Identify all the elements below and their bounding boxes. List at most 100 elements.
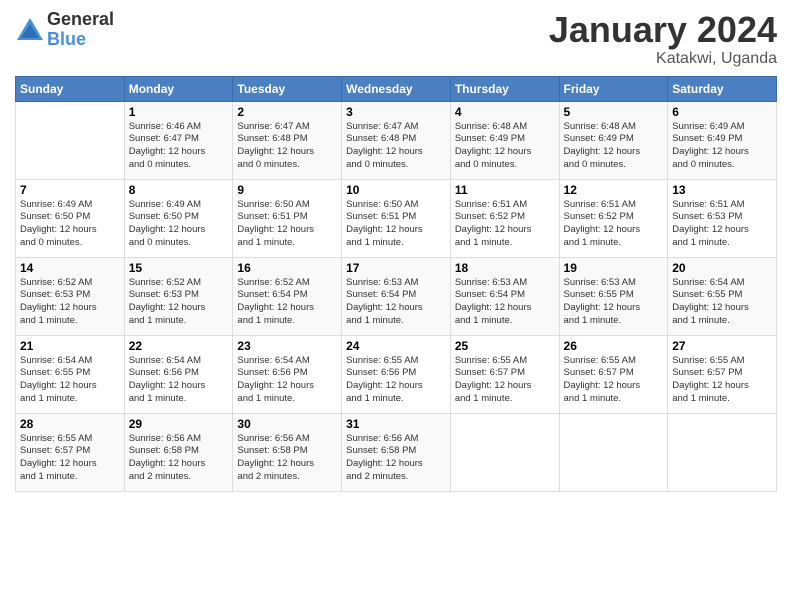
- day-info: Sunrise: 6:50 AMSunset: 6:51 PMDaylight:…: [237, 199, 337, 250]
- day-info: Sunrise: 6:50 AMSunset: 6:51 PMDaylight:…: [346, 199, 446, 250]
- calendar-cell: 10 Sunrise: 6:50 AMSunset: 6:51 PMDayligh…: [342, 179, 451, 257]
- day-number: 18: [455, 261, 555, 275]
- day-info: Sunrise: 6:55 AMSunset: 6:57 PMDaylight:…: [564, 355, 664, 406]
- calendar-cell: 26 Sunrise: 6:55 AMSunset: 6:57 PMDayligh…: [559, 335, 668, 413]
- logo-general: General: [47, 10, 114, 30]
- calendar-cell: 9Sunrise: 6:50 AMSunset: 6:51 PMDaylight…: [233, 179, 342, 257]
- calendar-cell: 18 Sunrise: 6:53 AMSunset: 6:54 PMDayligh…: [450, 257, 559, 335]
- logo: General Blue: [15, 10, 114, 50]
- day-info: Sunrise: 6:56 AMSunset: 6:58 PMDaylight:…: [129, 433, 229, 484]
- day-number: 8: [129, 183, 229, 197]
- calendar-cell: 3Sunrise: 6:47 AMSunset: 6:48 PMDaylight…: [342, 101, 451, 179]
- day-number: 13: [672, 183, 772, 197]
- page: General Blue January 2024 Katakwi, Ugand…: [0, 0, 792, 502]
- calendar-cell: [450, 413, 559, 491]
- calendar-cell: 1 Sunrise: 6:46 AMSunset: 6:47 PMDaylight…: [124, 101, 233, 179]
- day-info: Sunrise: 6:52 AMSunset: 6:53 PMDaylight:…: [20, 277, 120, 328]
- day-number: 7: [20, 183, 120, 197]
- week-row-2: 14 Sunrise: 6:52 AMSunset: 6:53 PMDayligh…: [16, 257, 777, 335]
- day-info: Sunrise: 6:47 AMSunset: 6:48 PMDaylight:…: [237, 121, 337, 172]
- day-number: 6: [672, 105, 772, 119]
- calendar-cell: 16 Sunrise: 6:52 AMSunset: 6:54 PMDayligh…: [233, 257, 342, 335]
- day-number: 5: [564, 105, 664, 119]
- day-number: 14: [20, 261, 120, 275]
- day-number: 16: [237, 261, 337, 275]
- day-info: Sunrise: 6:46 AMSunset: 6:47 PMDaylight:…: [129, 121, 229, 172]
- day-number: 17: [346, 261, 446, 275]
- calendar-cell: 28Sunrise: 6:55 AMSunset: 6:57 PMDayligh…: [16, 413, 125, 491]
- calendar-cell: [668, 413, 777, 491]
- day-number: 21: [20, 339, 120, 353]
- calendar-cell: 2 Sunrise: 6:47 AMSunset: 6:48 PMDaylight…: [233, 101, 342, 179]
- calendar-cell: 7Sunrise: 6:49 AMSunset: 6:50 PMDaylight…: [16, 179, 125, 257]
- logo-blue: Blue: [47, 30, 114, 50]
- day-header-wednesday: Wednesday: [342, 76, 451, 101]
- calendar-cell: 31Sunrise: 6:56 AMSunset: 6:58 PMDayligh…: [342, 413, 451, 491]
- day-info: Sunrise: 6:52 AMSunset: 6:53 PMDaylight:…: [129, 277, 229, 328]
- calendar-table: SundayMondayTuesdayWednesdayThursdayFrid…: [15, 76, 777, 492]
- day-info: Sunrise: 6:54 AMSunset: 6:56 PMDaylight:…: [237, 355, 337, 406]
- week-row-3: 21 Sunrise: 6:54 AMSunset: 6:55 PMDayligh…: [16, 335, 777, 413]
- day-info: Sunrise: 6:55 AMSunset: 6:57 PMDaylight:…: [20, 433, 120, 484]
- week-row-0: 1 Sunrise: 6:46 AMSunset: 6:47 PMDaylight…: [16, 101, 777, 179]
- day-header-friday: Friday: [559, 76, 668, 101]
- day-number: 27: [672, 339, 772, 353]
- day-number: 26: [564, 339, 664, 353]
- calendar-cell: 11Sunrise: 6:51 AMSunset: 6:52 PMDayligh…: [450, 179, 559, 257]
- calendar-cell: 15Sunrise: 6:52 AMSunset: 6:53 PMDayligh…: [124, 257, 233, 335]
- logo-icon: [15, 16, 45, 44]
- day-number: 4: [455, 105, 555, 119]
- week-row-4: 28Sunrise: 6:55 AMSunset: 6:57 PMDayligh…: [16, 413, 777, 491]
- day-number: 29: [129, 417, 229, 431]
- day-info: Sunrise: 6:55 AMSunset: 6:57 PMDaylight:…: [455, 355, 555, 406]
- calendar-cell: [16, 101, 125, 179]
- title-section: January 2024 Katakwi, Uganda: [549, 10, 777, 68]
- month-title: January 2024: [549, 10, 777, 50]
- day-number: 22: [129, 339, 229, 353]
- calendar-cell: 8Sunrise: 6:49 AMSunset: 6:50 PMDaylight…: [124, 179, 233, 257]
- day-info: Sunrise: 6:51 AMSunset: 6:52 PMDaylight:…: [455, 199, 555, 250]
- day-number: 2: [237, 105, 337, 119]
- days-header-row: SundayMondayTuesdayWednesdayThursdayFrid…: [16, 76, 777, 101]
- location: Katakwi, Uganda: [549, 50, 777, 68]
- calendar-cell: 5 Sunrise: 6:48 AMSunset: 6:49 PMDaylight…: [559, 101, 668, 179]
- day-info: Sunrise: 6:54 AMSunset: 6:55 PMDaylight:…: [672, 277, 772, 328]
- day-number: 1: [129, 105, 229, 119]
- day-info: Sunrise: 6:55 AMSunset: 6:57 PMDaylight:…: [672, 355, 772, 406]
- calendar-body: 1 Sunrise: 6:46 AMSunset: 6:47 PMDaylight…: [16, 101, 777, 491]
- calendar-cell: 17Sunrise: 6:53 AMSunset: 6:54 PMDayligh…: [342, 257, 451, 335]
- day-info: Sunrise: 6:54 AMSunset: 6:56 PMDaylight:…: [129, 355, 229, 406]
- calendar-cell: 6 Sunrise: 6:49 AMSunset: 6:49 PMDaylight…: [668, 101, 777, 179]
- day-info: Sunrise: 6:47 AMSunset: 6:48 PMDaylight:…: [346, 121, 446, 172]
- calendar-cell: 20 Sunrise: 6:54 AMSunset: 6:55 PMDayligh…: [668, 257, 777, 335]
- calendar-cell: 21 Sunrise: 6:54 AMSunset: 6:55 PMDayligh…: [16, 335, 125, 413]
- day-info: Sunrise: 6:51 AMSunset: 6:52 PMDaylight:…: [564, 199, 664, 250]
- day-info: Sunrise: 6:56 AMSunset: 6:58 PMDaylight:…: [237, 433, 337, 484]
- day-number: 25: [455, 339, 555, 353]
- day-number: 24: [346, 339, 446, 353]
- day-info: Sunrise: 6:53 AMSunset: 6:54 PMDaylight:…: [455, 277, 555, 328]
- day-number: 20: [672, 261, 772, 275]
- day-info: Sunrise: 6:55 AMSunset: 6:56 PMDaylight:…: [346, 355, 446, 406]
- day-header-saturday: Saturday: [668, 76, 777, 101]
- day-info: Sunrise: 6:48 AMSunset: 6:49 PMDaylight:…: [564, 121, 664, 172]
- day-header-thursday: Thursday: [450, 76, 559, 101]
- calendar-cell: 19 Sunrise: 6:53 AMSunset: 6:55 PMDayligh…: [559, 257, 668, 335]
- calendar-cell: 25 Sunrise: 6:55 AMSunset: 6:57 PMDayligh…: [450, 335, 559, 413]
- day-info: Sunrise: 6:49 AMSunset: 6:49 PMDaylight:…: [672, 121, 772, 172]
- calendar-cell: 27 Sunrise: 6:55 AMSunset: 6:57 PMDayligh…: [668, 335, 777, 413]
- day-info: Sunrise: 6:53 AMSunset: 6:55 PMDaylight:…: [564, 277, 664, 328]
- day-number: 10: [346, 183, 446, 197]
- calendar-cell: 12Sunrise: 6:51 AMSunset: 6:52 PMDayligh…: [559, 179, 668, 257]
- calendar-cell: 22 Sunrise: 6:54 AMSunset: 6:56 PMDayligh…: [124, 335, 233, 413]
- day-info: Sunrise: 6:52 AMSunset: 6:54 PMDaylight:…: [237, 277, 337, 328]
- calendar-cell: 13Sunrise: 6:51 AMSunset: 6:53 PMDayligh…: [668, 179, 777, 257]
- header: General Blue January 2024 Katakwi, Ugand…: [15, 10, 777, 68]
- calendar-cell: 23Sunrise: 6:54 AMSunset: 6:56 PMDayligh…: [233, 335, 342, 413]
- day-info: Sunrise: 6:54 AMSunset: 6:55 PMDaylight:…: [20, 355, 120, 406]
- day-header-tuesday: Tuesday: [233, 76, 342, 101]
- day-info: Sunrise: 6:48 AMSunset: 6:49 PMDaylight:…: [455, 121, 555, 172]
- day-info: Sunrise: 6:56 AMSunset: 6:58 PMDaylight:…: [346, 433, 446, 484]
- calendar-cell: 30Sunrise: 6:56 AMSunset: 6:58 PMDayligh…: [233, 413, 342, 491]
- day-number: 19: [564, 261, 664, 275]
